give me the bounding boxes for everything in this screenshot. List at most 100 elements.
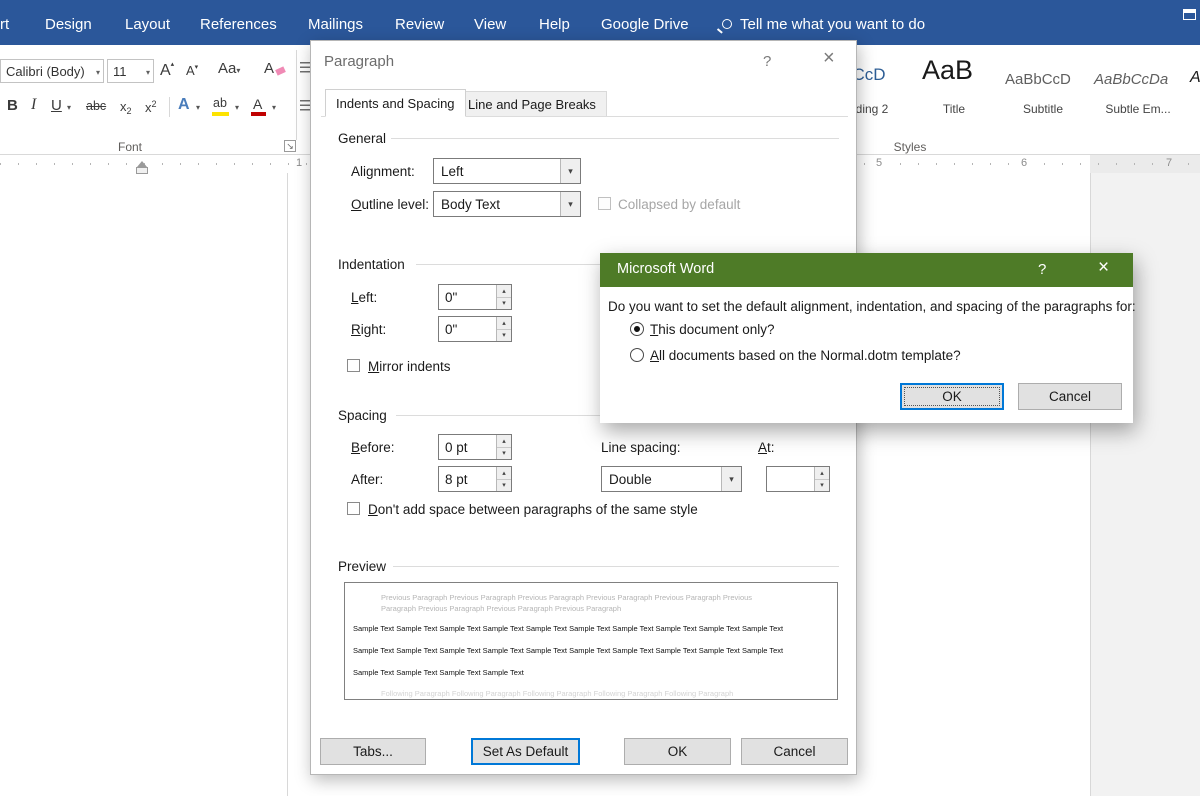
radio-this-document-only[interactable] — [630, 322, 644, 336]
section-rule — [391, 138, 839, 139]
confirm-ok-button[interactable]: OK — [900, 383, 1004, 410]
shrink-font-button[interactable]: A▾ — [186, 63, 198, 78]
font-name-select[interactable]: Calibri (Body) ▾ — [0, 59, 104, 83]
spin-up-icon[interactable]: ▴ — [815, 467, 829, 480]
spin-up-icon[interactable]: ▴ — [497, 317, 511, 330]
chevron-down-icon[interactable]: ▾ — [560, 192, 580, 216]
spin-up-icon[interactable]: ▴ — [497, 285, 511, 298]
indent-right-spinner[interactable]: 0" ▴▾ — [438, 316, 512, 342]
style-subtitle-preview[interactable]: AaBbCcD — [1005, 71, 1071, 88]
tell-me-search[interactable]: Tell me what you want to do — [740, 16, 925, 33]
preview-following-line: Following Paragraph Following Paragraph … — [381, 689, 733, 698]
grow-font-button[interactable]: A▴ — [160, 60, 174, 80]
tab-design[interactable]: Design — [45, 16, 92, 33]
style-subtitle-label: Subtitle — [1003, 102, 1083, 116]
eraser-icon — [275, 66, 286, 75]
spin-up-icon[interactable]: ▴ — [497, 435, 511, 448]
italic-button[interactable]: I — [31, 96, 36, 114]
spacing-section-heading: Spacing — [338, 408, 387, 423]
style-emphasis-preview-partial[interactable]: A — [1190, 69, 1200, 87]
change-case-glyph: Aa — [218, 60, 236, 77]
preview-sample-line2: Sample Text Sample Text Sample Text Samp… — [353, 646, 783, 655]
tab-google-drive[interactable]: Google Drive — [601, 16, 689, 33]
spin-down-icon[interactable]: ▾ — [497, 298, 511, 310]
tab-view[interactable]: View — [474, 16, 506, 33]
tabs-button[interactable]: Tabs... — [320, 738, 426, 765]
ribbon-display-options-icon[interactable] — [1183, 9, 1196, 20]
spacing-before-spinner[interactable]: 0 pt ▴▾ — [438, 434, 512, 460]
spin-up-icon[interactable]: ▴ — [497, 467, 511, 480]
up-arrow-icon: ▴ — [171, 61, 175, 68]
text-effects-button[interactable]: A — [178, 96, 190, 114]
spin-down-icon[interactable]: ▾ — [497, 448, 511, 460]
font-size-select[interactable]: 11 ▾ — [107, 59, 154, 83]
clear-formatting-glyph: A — [264, 60, 274, 77]
spinner-buttons: ▴▾ — [496, 435, 511, 459]
indent-marker-box[interactable] — [136, 167, 148, 174]
tab-references[interactable]: References — [200, 16, 277, 33]
dialog-close-icon[interactable]: × — [823, 47, 835, 70]
alignment-select[interactable]: Left ▾ — [433, 158, 581, 184]
tab-indents-and-spacing[interactable]: Indents and Spacing — [325, 89, 466, 117]
chevron-down-icon: ▾ — [146, 68, 150, 77]
strikethrough-button[interactable]: abc — [86, 99, 106, 113]
spin-down-icon[interactable]: ▾ — [497, 330, 511, 342]
ribbon-tab-bar: rt Design Layout References Mailings Rev… — [0, 0, 1200, 45]
cancel-button[interactable]: Cancel — [741, 738, 848, 765]
style-subtle-emphasis-preview[interactable]: AaBbCcDa — [1094, 71, 1168, 88]
search-icon[interactable] — [722, 19, 732, 29]
divider — [169, 97, 170, 117]
tab-mailings[interactable]: Mailings — [308, 16, 363, 33]
preview-previous-line2: Paragraph Previous Paragraph Previous Pa… — [381, 604, 621, 613]
indent-left-spinner[interactable]: 0" ▴▾ — [438, 284, 512, 310]
no-space-same-style-checkbox[interactable] — [347, 502, 360, 515]
outline-level-label: Outline level: — [351, 197, 429, 212]
radio-all-documents[interactable] — [630, 348, 644, 362]
change-case-button[interactable]: Aa▾ — [218, 60, 240, 77]
font-color-arrow-icon[interactable]: ▾ — [272, 103, 276, 112]
styles-group-label: Styles — [880, 140, 940, 154]
style-title-preview[interactable]: AaB — [922, 55, 973, 86]
style-title-label: Title — [920, 102, 988, 116]
underline-options-arrow-icon[interactable]: ▾ — [67, 103, 71, 112]
chevron-down-icon[interactable]: ▾ — [721, 467, 741, 491]
tab-line-and-page-breaks[interactable]: Line and Page Breaks — [457, 91, 607, 117]
confirm-cancel-button[interactable]: Cancel — [1018, 383, 1122, 410]
highlight-arrow-icon[interactable]: ▾ — [235, 103, 239, 112]
spacing-after-spinner[interactable]: 8 pt ▴▾ — [438, 466, 512, 492]
ok-button[interactable]: OK — [624, 738, 731, 765]
chevron-down-icon: ▾ — [96, 68, 100, 77]
spinner-buttons: ▴▾ — [496, 317, 511, 341]
font-size-value: 11 — [113, 64, 127, 79]
font-color-bar — [251, 112, 266, 116]
superscript-button[interactable]: x2 — [145, 99, 157, 115]
group-separator — [296, 50, 297, 140]
spin-down-icon[interactable]: ▾ — [497, 480, 511, 492]
font-group-label: Font — [105, 140, 155, 154]
tab-layout[interactable]: Layout — [125, 16, 170, 33]
subscript-button[interactable]: x2 — [120, 99, 132, 116]
chevron-down-icon: ▾ — [236, 66, 240, 75]
ruler-number-5: 5 — [873, 157, 885, 169]
dialog-help-icon[interactable]: ? — [1038, 261, 1046, 278]
font-dialog-launcher-icon[interactable]: ↘ — [284, 140, 296, 152]
highlight-button[interactable]: ab — [213, 96, 227, 110]
tab-help[interactable]: Help — [539, 16, 570, 33]
at-spinner[interactable]: ▴▾ — [766, 466, 830, 492]
clear-formatting-button[interactable]: A — [264, 60, 274, 77]
dialog-help-icon[interactable]: ? — [763, 53, 771, 70]
spin-down-icon[interactable]: ▾ — [815, 480, 829, 492]
chevron-down-icon[interactable]: ▾ — [560, 159, 580, 183]
dialog-close-icon[interactable]: × — [1098, 257, 1109, 279]
text-effects-arrow-icon[interactable]: ▾ — [196, 103, 200, 112]
underline-button[interactable]: U — [51, 97, 62, 114]
font-color-button[interactable]: A — [253, 96, 262, 112]
tab-review[interactable]: Review — [395, 16, 444, 33]
tab-insert-partial[interactable]: rt — [0, 16, 9, 33]
set-as-default-button[interactable]: Set As Default — [471, 738, 580, 765]
bold-button[interactable]: B — [7, 97, 18, 114]
mirror-indents-checkbox[interactable] — [347, 359, 360, 372]
line-spacing-select[interactable]: Double ▾ — [601, 466, 742, 492]
subscript-2: 2 — [127, 106, 132, 116]
outline-level-select[interactable]: Body Text ▾ — [433, 191, 581, 217]
